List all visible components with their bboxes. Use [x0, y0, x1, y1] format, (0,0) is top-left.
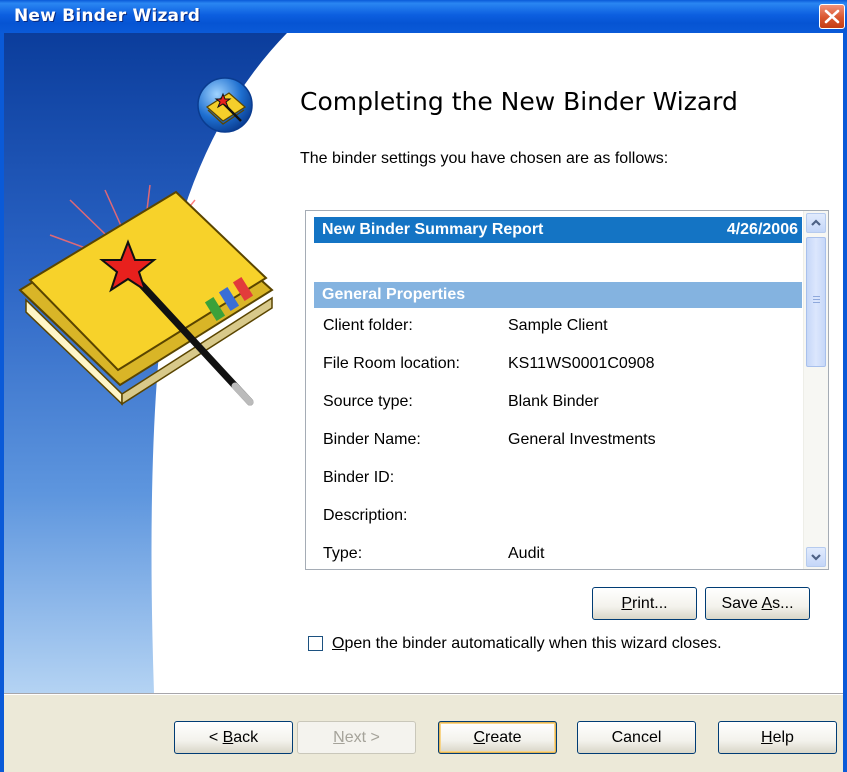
cancel-button[interactable]: Cancel [577, 721, 696, 754]
save-as-button[interactable]: Save As... [705, 587, 810, 620]
binder-wand-icon [18, 184, 274, 406]
section-header: General Properties [314, 282, 802, 308]
row-value: KS11WS0001C0908 [508, 355, 655, 372]
page-title: Completing the New Binder Wizard [300, 87, 738, 116]
window-border-right [843, 33, 847, 772]
create-access-key: C [473, 729, 486, 746]
row-value: General Investments [508, 431, 656, 448]
report-title: New Binder Summary Report [322, 221, 544, 238]
help-label-rest: elp [772, 729, 794, 746]
save-label-post: s... [772, 595, 794, 612]
summary-report-panel[interactable]: New Binder Summary Report 4/26/2006 Gene… [305, 210, 829, 570]
checkbox-access-key: O [332, 635, 345, 652]
scroll-thumb[interactable] [806, 237, 826, 367]
help-access-key: H [761, 729, 773, 746]
window-title: New Binder Wizard [14, 6, 201, 26]
row-label: File Room location: [323, 355, 460, 372]
wizard-header-icon [197, 77, 253, 133]
cancel-label: Cancel [611, 729, 662, 746]
create-label-rest: reate [485, 729, 522, 746]
close-icon [824, 9, 840, 24]
back-label-pre: < [208, 729, 223, 746]
scroll-up-button[interactable] [806, 213, 826, 233]
report-row: Type: Audit [314, 536, 802, 569]
print-access-key: P [621, 595, 633, 612]
vertical-scrollbar[interactable] [803, 211, 828, 569]
row-label: Description: [323, 507, 408, 524]
open-binder-checkbox[interactable] [308, 636, 323, 651]
help-button[interactable]: Help [718, 721, 837, 754]
intro-text: The binder settings you have chosen are … [300, 150, 669, 167]
title-bar: New Binder Wizard [0, 0, 847, 33]
save-access-key: A [761, 595, 773, 612]
create-button[interactable]: Create [438, 721, 557, 754]
row-label: Source type: [323, 393, 413, 410]
report-row: Client folder: Sample Client [314, 308, 802, 346]
report-row: Binder ID: [314, 460, 802, 498]
chevron-down-icon [811, 554, 821, 561]
report-date: 4/26/2006 [726, 221, 798, 238]
row-label: Binder ID: [323, 469, 395, 486]
row-value: Sample Client [508, 317, 608, 334]
save-label-pre: Save [721, 595, 762, 612]
chevron-up-icon [811, 219, 821, 226]
close-button[interactable] [819, 4, 845, 29]
report-row: Description: [314, 498, 802, 536]
next-button[interactable]: Next > [297, 721, 416, 754]
footer-divider [4, 694, 843, 695]
row-value: Audit [508, 545, 545, 562]
report-row: Binder Name: General Investments [314, 422, 802, 460]
open-binder-label[interactable]: Open the binder automatically when this … [332, 635, 722, 653]
row-label: Binder Name: [323, 431, 421, 448]
back-button[interactable]: < Back [174, 721, 293, 754]
back-label-rest: ack [233, 729, 259, 746]
row-label: Client folder: [323, 317, 413, 334]
report-header: New Binder Summary Report 4/26/2006 [314, 217, 802, 243]
row-label: Type: [323, 545, 363, 562]
checkbox-label-rest: pen the binder automatically when this w… [344, 635, 722, 652]
back-access-key: B [222, 729, 234, 746]
row-value: Blank Binder [508, 393, 599, 410]
next-label-rest: ext > [344, 729, 380, 746]
print-label-post: rint... [632, 595, 668, 612]
next-access-key: N [333, 729, 345, 746]
grip-icon [813, 296, 820, 297]
section-title: General Properties [322, 286, 466, 303]
report-row: Source type: Blank Binder [314, 384, 802, 422]
print-button[interactable]: Print... [592, 587, 697, 620]
scroll-down-button[interactable] [806, 547, 826, 567]
report-row: File Room location: KS11WS0001C0908 [314, 346, 802, 384]
